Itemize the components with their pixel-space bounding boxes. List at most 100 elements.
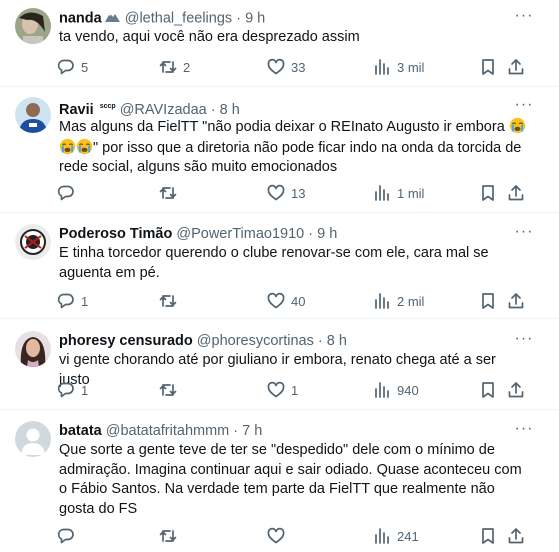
user-handle[interactable]: @phoresycortinas	[197, 333, 314, 349]
display-name[interactable]: Poderoso Timão	[59, 226, 172, 242]
avatar[interactable]	[15, 97, 51, 133]
reply-button[interactable]	[57, 182, 81, 204]
reply-icon	[57, 528, 74, 544]
retweet-button[interactable]: 2	[159, 56, 190, 78]
separator-dot: ·	[236, 10, 242, 27]
bookmark-icon	[482, 293, 494, 309]
view-count: 2 mil	[397, 293, 425, 309]
like-count: 40	[291, 293, 306, 309]
like-button[interactable]: 1	[267, 379, 298, 401]
views-button[interactable]: 241	[373, 525, 419, 547]
separator-dot: ·	[233, 423, 239, 439]
tweet-header: Poderoso Timão @PowerTimao1910 · 9 h	[59, 224, 509, 244]
tweet-ravii[interactable]: Ravii sccp @RAVIzadaa · 8 h ··· Mas algu…	[0, 87, 559, 213]
tweet-text-part: Mas alguns da FielTT "não podia deixar o…	[59, 119, 509, 135]
crying-face-icon	[509, 117, 525, 134]
more-icon[interactable]: ···	[511, 8, 537, 29]
like-button[interactable]	[267, 525, 291, 547]
views-button[interactable]: 940	[373, 379, 419, 401]
view-count: 940	[397, 382, 419, 398]
like-icon	[267, 292, 285, 309]
timestamp[interactable]: 9 h	[317, 226, 337, 242]
share-button[interactable]	[507, 379, 525, 401]
like-button[interactable]: 33	[267, 56, 305, 78]
timestamp[interactable]: 8 h	[327, 333, 347, 349]
more-icon[interactable]: ···	[511, 331, 537, 352]
tweet-header: batata @batatafritahmmm · 7 h	[59, 421, 509, 441]
view-count: 1 mil	[397, 185, 425, 201]
bookmark-icon	[482, 185, 494, 201]
separator-dot: ·	[308, 226, 314, 242]
reply-count: 1	[81, 293, 89, 309]
tweet-nanda[interactable]: nanda @lethal_feelings · 9 h ··· ta vend…	[0, 0, 559, 87]
bookmark-button[interactable]	[479, 525, 497, 547]
timestamp[interactable]: 8 h	[220, 102, 240, 118]
user-handle[interactable]: @lethal_feelings	[125, 10, 232, 26]
avatar[interactable]	[15, 421, 51, 457]
views-button[interactable]: 2 mil	[373, 290, 424, 312]
bookmark-icon	[482, 59, 494, 75]
like-button[interactable]: 13	[267, 182, 305, 204]
share-button[interactable]	[507, 290, 525, 312]
action-bar: 5 2 33 3 mil	[53, 56, 533, 78]
reply-button[interactable]: 1	[57, 290, 88, 312]
share-button[interactable]	[507, 182, 525, 204]
view-count: 3 mil	[397, 59, 425, 75]
tweet-phoresy[interactable]: phoresy censurado @phoresycortinas · 8 h…	[0, 319, 559, 410]
user-handle[interactable]: @batatafritahmmm	[106, 423, 230, 439]
reply-button[interactable]: 5	[57, 56, 88, 78]
reply-icon	[57, 382, 74, 398]
tweet-header: nanda @lethal_feelings · 9 h	[59, 8, 509, 28]
reply-button[interactable]	[57, 525, 81, 547]
avatar[interactable]	[15, 8, 51, 44]
more-icon[interactable]: ···	[511, 224, 537, 245]
views-button[interactable]: 3 mil	[373, 56, 424, 78]
retweet-button[interactable]	[159, 182, 183, 204]
retweet-icon	[159, 530, 177, 542]
display-name[interactable]: phoresy censurado	[59, 333, 193, 349]
action-bar: 241	[53, 525, 533, 547]
share-icon	[508, 382, 524, 398]
share-button[interactable]	[507, 56, 525, 78]
tweet-poderoso-timao[interactable]: Poderoso Timão @PowerTimao1910 · 9 h ···…	[0, 213, 559, 319]
share-button[interactable]	[507, 525, 525, 547]
retweet-button[interactable]	[159, 525, 183, 547]
reply-feed: nanda @lethal_feelings · 9 h ··· ta vend…	[0, 0, 559, 552]
timestamp[interactable]: 7 h	[242, 423, 262, 439]
more-icon[interactable]: ···	[511, 421, 537, 442]
like-icon	[267, 184, 285, 201]
avatar[interactable]	[15, 224, 51, 260]
reply-button[interactable]: 1	[57, 379, 88, 401]
more-icon[interactable]: ···	[511, 97, 537, 118]
bookmark-button[interactable]	[479, 56, 497, 78]
tweet-text: Mas alguns da FielTT "não podia deixar o…	[59, 117, 529, 178]
tweet-header: phoresy censurado @phoresycortinas · 8 h	[59, 331, 509, 351]
retweet-icon	[159, 61, 177, 73]
timestamp[interactable]: 9 h	[245, 10, 265, 26]
user-handle[interactable]: @RAVIzadaa	[120, 102, 207, 118]
share-icon	[508, 528, 524, 544]
tweet-batata[interactable]: batata @batatafritahmmm · 7 h ··· Que so…	[0, 410, 559, 552]
retweet-icon	[159, 187, 177, 199]
tweet-text-part: " por isso que a diretoria não pode fica…	[59, 139, 522, 176]
crying-face-icon	[76, 138, 93, 154]
retweet-button[interactable]	[159, 290, 183, 312]
retweet-button[interactable]	[159, 379, 183, 401]
share-icon	[508, 59, 524, 75]
like-button[interactable]: 40	[267, 290, 305, 312]
display-name[interactable]: batata	[59, 423, 102, 439]
crying-face-icon	[59, 138, 76, 154]
bookmark-button[interactable]	[479, 290, 497, 312]
action-bar: 13 1 mil	[53, 182, 533, 204]
avatar[interactable]	[15, 331, 51, 367]
views-button[interactable]: 1 mil	[373, 182, 424, 204]
display-name[interactable]: nanda	[59, 10, 102, 26]
bookmark-button[interactable]	[479, 379, 497, 401]
bookmark-button[interactable]	[479, 182, 497, 204]
user-handle[interactable]: @PowerTimao1910	[176, 226, 304, 242]
reply-icon	[57, 59, 74, 75]
action-bar: 1 1 940	[53, 379, 533, 401]
tweet-text: Que sorte a gente teve de ter se "desped…	[59, 442, 522, 517]
views-icon	[375, 382, 389, 398]
display-name[interactable]: Ravii	[59, 102, 94, 118]
